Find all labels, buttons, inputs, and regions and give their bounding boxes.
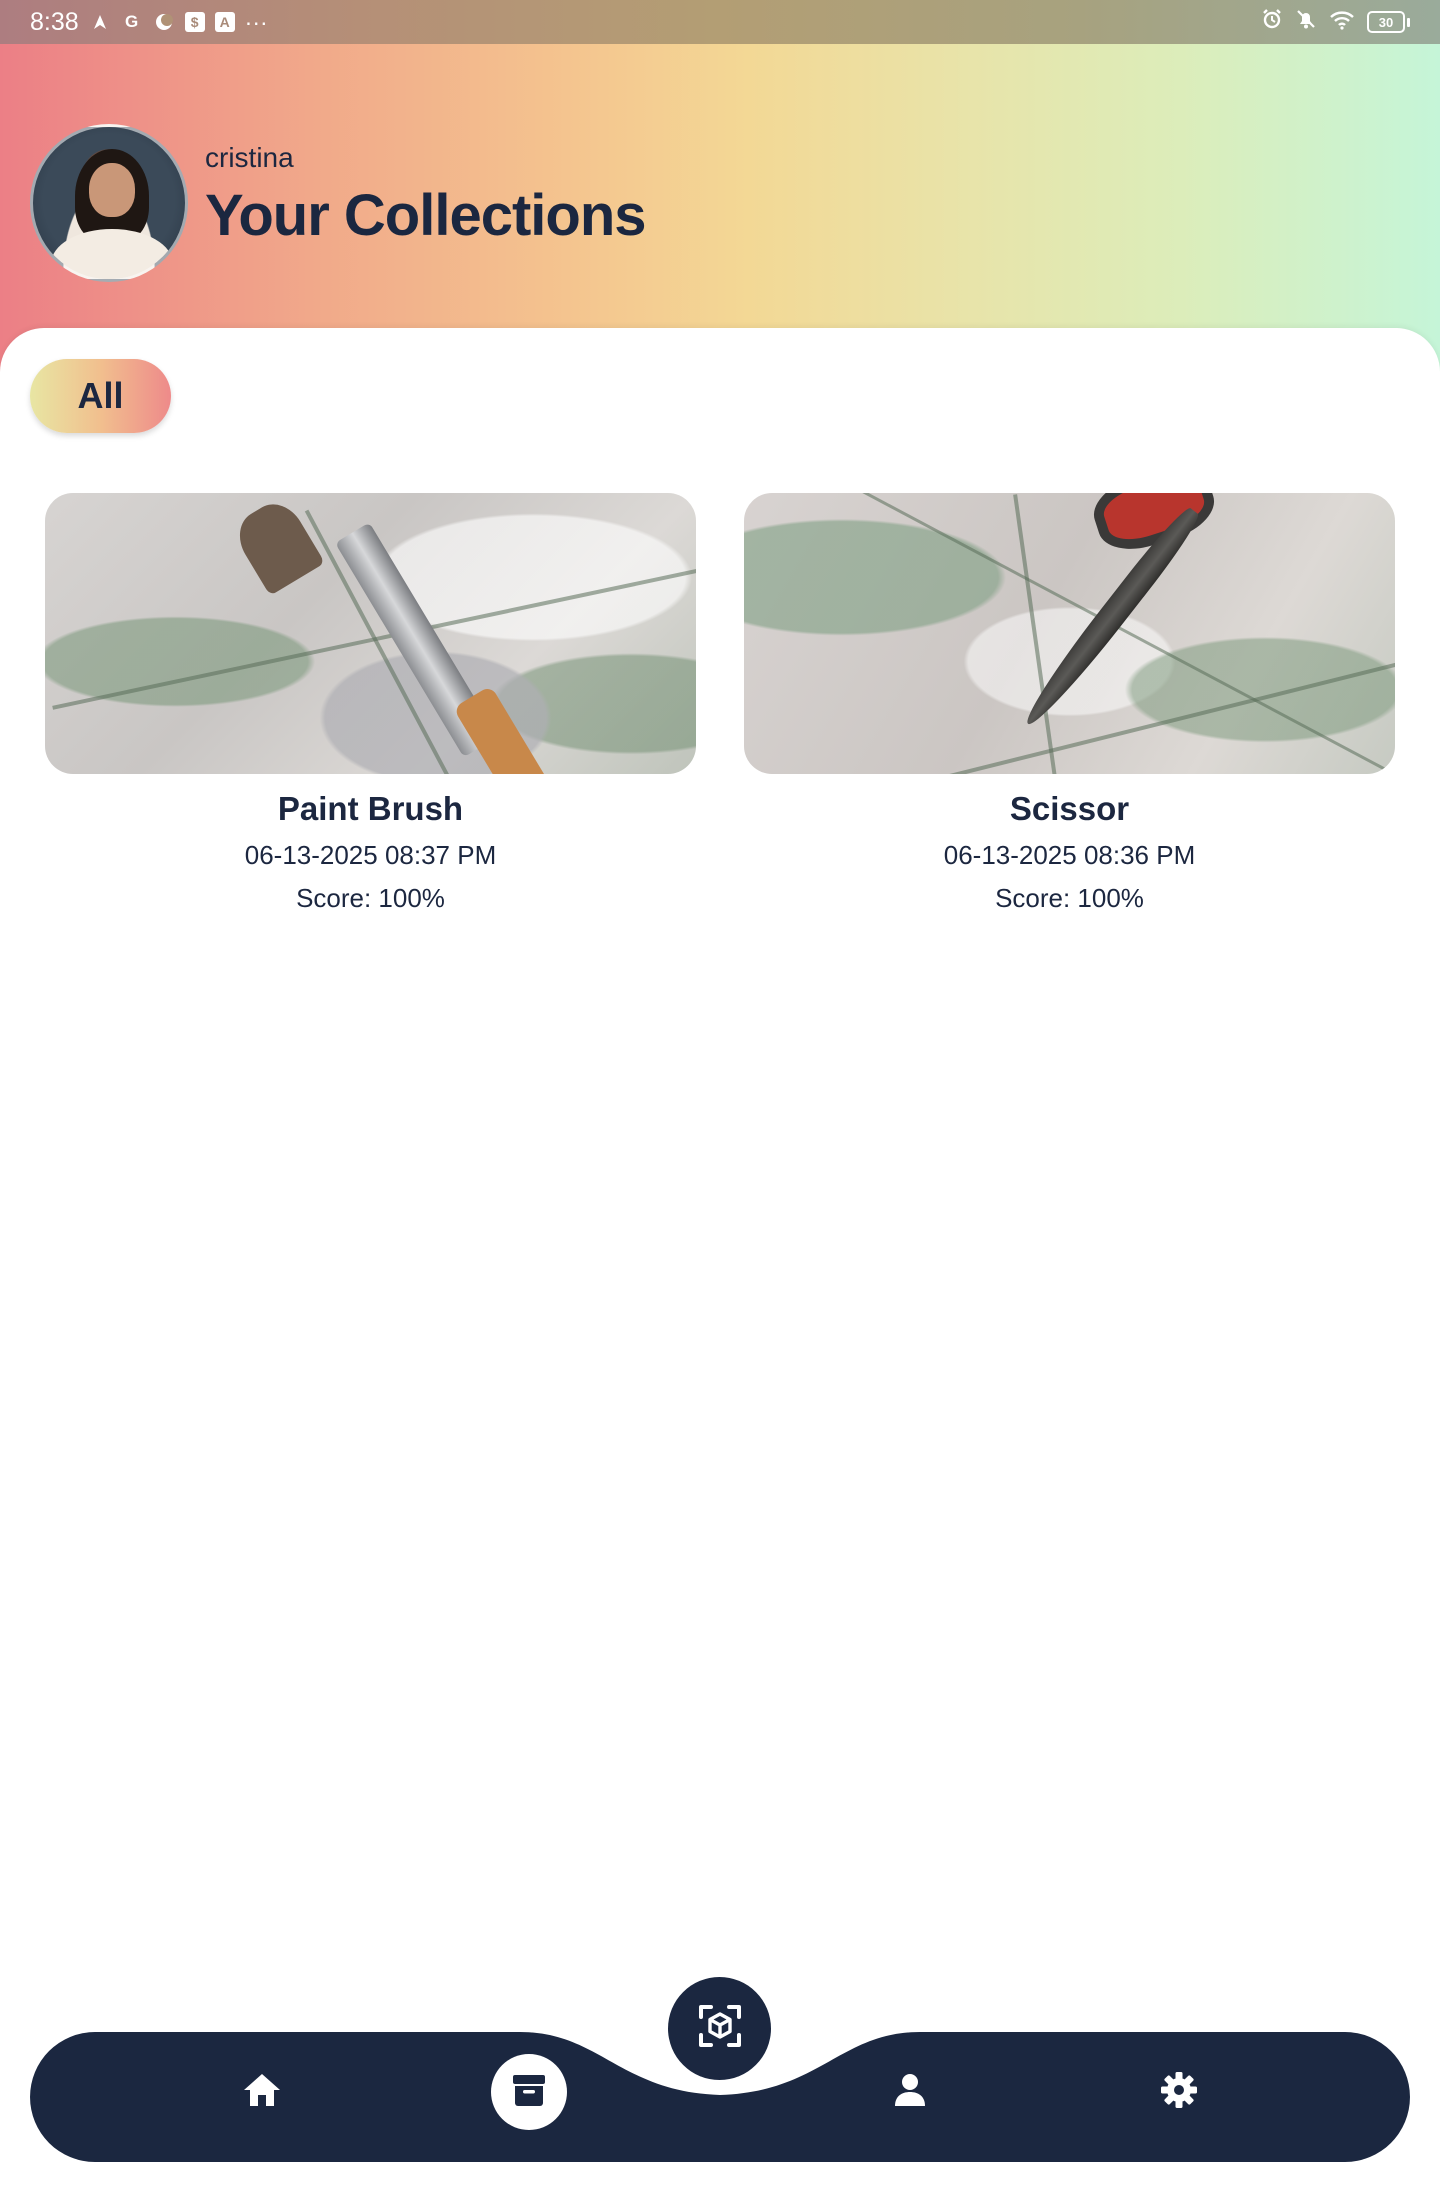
collection-name: Scissor [1009, 790, 1130, 827]
username: cristina [205, 142, 294, 173]
collection-date: 06-13-2025 08:36 PM [943, 840, 1196, 870]
alarm-icon [1261, 8, 1283, 36]
battery-level: 30 [1367, 11, 1405, 33]
archive-box-icon [511, 2073, 547, 2112]
wifi-icon [1329, 9, 1355, 36]
paint-brush-thumbnail[interactable] [45, 493, 696, 774]
collection-score: Score: 100% [296, 883, 445, 913]
status-time: 8:38 [30, 7, 79, 36]
gear-icon [1160, 2071, 1198, 2114]
collection-name: Paint Brush [277, 790, 464, 827]
nav-settings-button[interactable] [1141, 2054, 1217, 2130]
battery-icon: 30 [1367, 11, 1410, 33]
home-icon [242, 2071, 282, 2114]
status-bar: 8:38 G $ A ··· 30 [0, 0, 1440, 44]
collection-card[interactable]: Scissor 06-13-2025 08:36 PM Score: 100% [744, 493, 1395, 914]
more-notifications-icon: ··· [244, 8, 268, 35]
navigation-icon [89, 11, 111, 33]
shopping-bag-icon: $ [184, 12, 205, 32]
google-icon: G [125, 12, 139, 31]
person-icon [893, 2072, 927, 2113]
app-icon: A [214, 12, 235, 32]
nav-profile-button[interactable] [872, 2054, 948, 2130]
moon-icon [153, 11, 175, 33]
scan-button[interactable] [668, 1977, 771, 2080]
filter-chip-all[interactable]: All [30, 359, 171, 433]
muted-bell-icon [1295, 8, 1317, 36]
collection-score: Score: 100% [995, 883, 1144, 913]
scan-cube-icon [697, 2003, 743, 2054]
collection-card[interactable]: Paint Brush 06-13-2025 08:37 PM Score: 1… [45, 493, 696, 914]
collection-date: 06-13-2025 08:37 PM [244, 840, 497, 870]
avatar[interactable] [30, 124, 188, 282]
page-title: Your Collections [205, 183, 647, 248]
scissor-thumbnail[interactable] [744, 493, 1395, 774]
nav-collections-button[interactable] [491, 2054, 567, 2130]
nav-home-button[interactable] [224, 2054, 300, 2130]
